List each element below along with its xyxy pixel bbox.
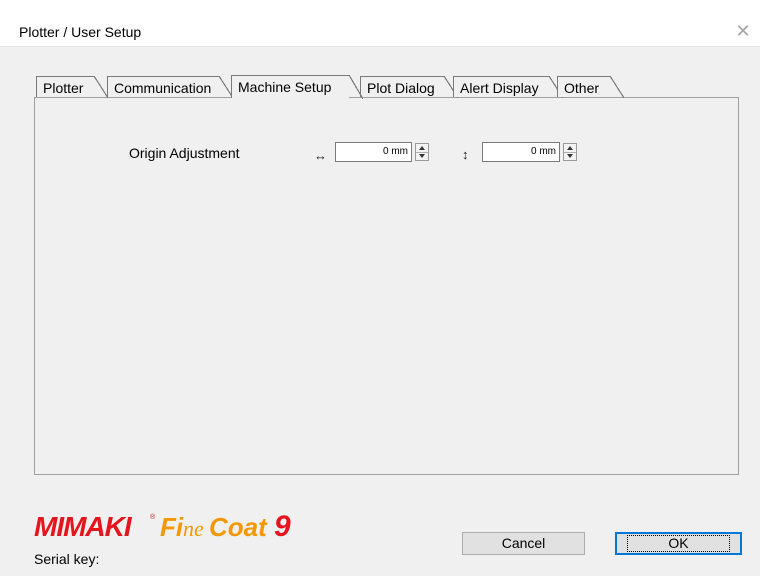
- vertical-origin-spinner[interactable]: [563, 143, 577, 161]
- svg-text:®: ®: [150, 513, 156, 521]
- horizontal-origin-spinner[interactable]: [415, 143, 429, 161]
- ok-button[interactable]: OK: [615, 532, 742, 555]
- window-title: Plotter / User Setup: [19, 24, 142, 40]
- tab-plotter[interactable]: Plotter: [36, 76, 108, 98]
- horizontal-arrow-icon: ↔: [314, 148, 327, 163]
- active-tab-join: [237, 96, 349, 99]
- spin-down-icon[interactable]: [416, 152, 428, 160]
- tab-other[interactable]: Other: [557, 76, 624, 98]
- ok-button-label: OK: [627, 535, 730, 552]
- svg-text:9: 9: [274, 510, 291, 543]
- tab-machine-setup[interactable]: Machine Setup: [231, 75, 363, 99]
- close-icon[interactable]: ✕: [732, 20, 754, 42]
- horizontal-origin-input[interactable]: 0 mm: [335, 142, 412, 162]
- tab-label: Communication: [114, 80, 212, 96]
- tab-label: Plot Dialog: [367, 80, 435, 96]
- tab-communication[interactable]: Communication: [107, 76, 233, 98]
- svg-text:ne: ne: [183, 516, 204, 541]
- cancel-button[interactable]: Cancel: [462, 532, 585, 555]
- serial-key-label: Serial key:: [34, 551, 100, 567]
- svg-text:Fi: Fi: [160, 512, 184, 542]
- origin-adjustment-label: Origin Adjustment: [129, 145, 240, 161]
- tab-alert-display[interactable]: Alert Display: [453, 76, 563, 98]
- title-bar: Plotter / User Setup ✕: [0, 0, 760, 47]
- tab-label: Machine Setup: [238, 79, 332, 95]
- vertical-arrow-icon: ↕: [462, 147, 469, 162]
- svg-text:MIMAKI: MIMAKI: [34, 511, 133, 542]
- vertical-origin-input[interactable]: 0 mm: [482, 142, 560, 162]
- tab-label: Alert Display: [460, 80, 539, 96]
- svg-text:Coat: Coat: [209, 512, 268, 542]
- tab-label: Plotter: [43, 80, 84, 96]
- mimaki-finecoat9-logo: MIMAKI ® Fi ne Coat 9: [34, 510, 291, 543]
- tab-plot-dialog[interactable]: Plot Dialog: [360, 76, 458, 98]
- spin-down-icon[interactable]: [564, 152, 576, 160]
- tab-label: Other: [564, 80, 600, 96]
